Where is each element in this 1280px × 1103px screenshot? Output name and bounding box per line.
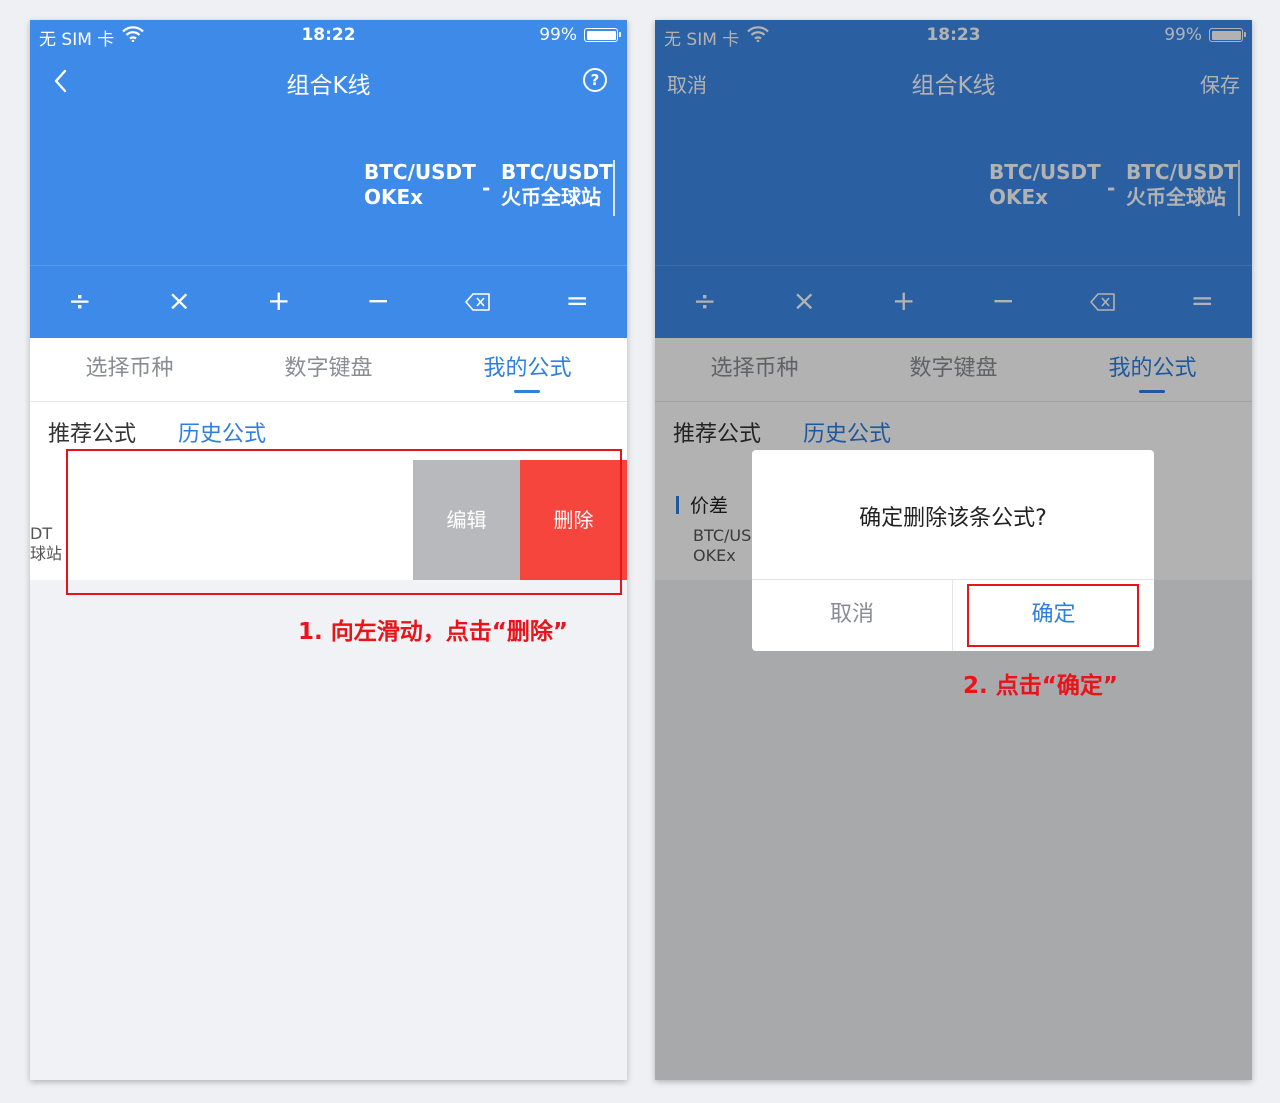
status-time: 18:22 — [301, 25, 356, 45]
highlight-box-swipe-row — [66, 449, 622, 595]
tab-select-coin[interactable]: 选择币种 — [30, 338, 229, 402]
page-title: 组合K线 — [286, 73, 371, 99]
formula-pair-1: BTC/USDT OKEx — [364, 160, 476, 210]
annotation-step-1: 1. 向左滑动，点击“删除” — [298, 619, 568, 645]
highlight-box-confirm-button — [967, 584, 1139, 647]
dialog-cancel-button[interactable]: 取消 — [752, 580, 952, 651]
formula-pair-2-symbol: BTC/USDT — [501, 160, 613, 184]
battery-percent: 99% — [539, 25, 577, 45]
formula-display: BTC/USDT OKEx - BTC/USDT 火币全球站 — [364, 160, 615, 220]
multiply-key[interactable]: × — [130, 266, 230, 338]
battery-icon — [584, 28, 621, 42]
subtab-history[interactable]: 历史公式 — [178, 416, 266, 448]
plus-key[interactable]: + — [229, 266, 329, 338]
divide-key[interactable]: ÷ — [30, 266, 130, 338]
formula-pair-1-exchange: OKEx — [364, 185, 424, 209]
active-tab-indicator — [514, 390, 540, 393]
main-tabs: 选择币种 数字键盘 我的公式 — [30, 338, 627, 402]
backspace-key[interactable] — [428, 266, 528, 338]
formula-operator: - — [482, 176, 491, 200]
subtab-recommended[interactable]: 推荐公式 — [48, 416, 136, 448]
operator-keypad: ÷ × + − = — [30, 266, 627, 338]
backspace-icon — [464, 293, 490, 311]
header: 无 SIM 卡 18:22 99% 组合K线 ? BTC/USDT OKEx -… — [30, 20, 627, 338]
equals-key[interactable]: = — [528, 266, 628, 338]
annotation-step-2: 2. 点击“确定” — [963, 673, 1118, 699]
formula-pair-1-symbol: BTC/USDT — [364, 160, 476, 184]
text-cursor — [613, 160, 615, 216]
dialog-message: 确定删除该条公式? — [859, 506, 1047, 531]
phone-screen-confirm: 无 SIM 卡 18:23 99% 取消 组合K线 保存 BTC/USDT OK… — [655, 20, 1252, 1080]
list-item-peek-text: DT 球站 — [30, 524, 63, 563]
minus-key[interactable]: − — [329, 266, 429, 338]
status-bar: 无 SIM 卡 18:22 99% — [30, 20, 627, 50]
formula-pair-2: BTC/USDT 火币全球站 — [501, 160, 613, 210]
help-icon[interactable]: ? — [583, 68, 607, 92]
formula-pair-2-exchange: 火币全球站 — [501, 185, 601, 209]
tab-number-keypad[interactable]: 数字键盘 — [229, 338, 428, 402]
